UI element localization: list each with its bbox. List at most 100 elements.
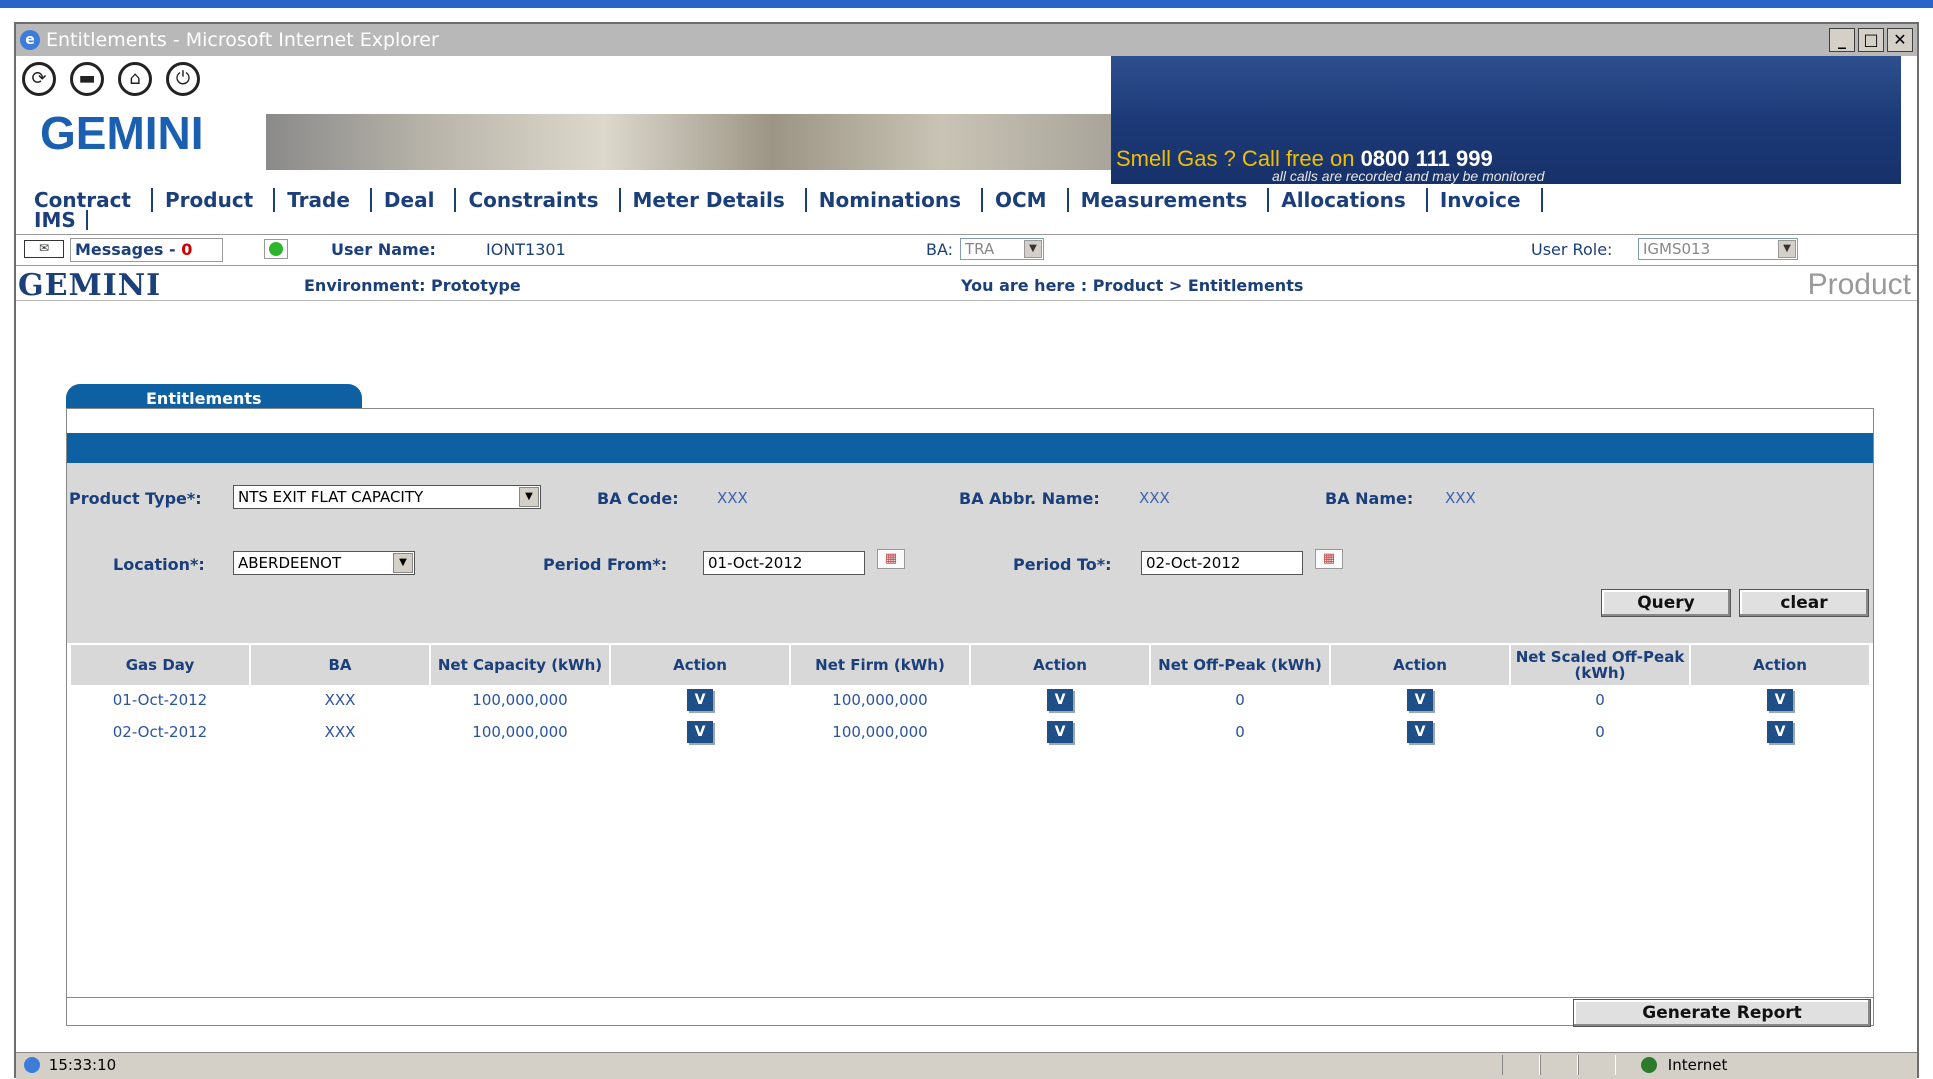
browser-window: e Entitlements - Microsoft Internet Expl…: [14, 22, 1919, 1079]
status-time: 15:33:10: [48, 1056, 117, 1074]
window-title: Entitlements - Microsoft Internet Explor…: [46, 29, 439, 51]
close-button[interactable]: ✕: [1887, 28, 1913, 52]
column-header-gas-day: Gas Day: [71, 645, 249, 685]
cell-net-capacity: 100,000,000: [472, 691, 568, 709]
period-to-label: Period To*:: [1013, 555, 1112, 574]
panel-footer-divider: [67, 997, 1873, 998]
ba-abbr-value: XXX: [1139, 489, 1170, 507]
panel-header-bar: [67, 433, 1873, 463]
cell-net-capacity: 100,000,000: [472, 723, 568, 741]
ie-icon: e: [20, 30, 40, 50]
search-form: Product Type*: NTS EXIT FLAT CAPACITY ▼ …: [67, 463, 1873, 643]
minimize-button[interactable]: _: [1829, 28, 1855, 52]
mail-icon[interactable]: ✉: [24, 240, 64, 258]
cell-ba: XXX: [324, 723, 356, 741]
chevron-down-icon: ▼: [393, 553, 413, 573]
breadcrumb: You are here : Product > Entitlements: [961, 276, 1304, 295]
menu-constraints[interactable]: Constraints: [456, 188, 621, 212]
status-segment: [1578, 1055, 1616, 1075]
column-header-action: Action: [611, 645, 789, 685]
cell-gas-day: 01-Oct-2012: [112, 691, 208, 709]
view-button[interactable]: V: [1407, 721, 1433, 743]
status-time-area: 15:33:10: [24, 1056, 116, 1074]
messages-count: 0: [181, 240, 193, 259]
cell-action: V: [1331, 685, 1509, 715]
period-from-label: Period From*:: [543, 555, 668, 574]
clear-button[interactable]: clear: [1739, 589, 1869, 617]
info-bar: ✉ Messages - 0 User Name: IONT1301 BA: T…: [16, 234, 1917, 266]
product-type-label: Product Type*:: [69, 489, 202, 508]
generate-report-button[interactable]: Generate Report: [1573, 999, 1871, 1027]
status-zone: Internet: [1641, 1056, 1727, 1074]
column-header-ba: BA: [251, 645, 429, 685]
menu-ocm[interactable]: OCM: [983, 188, 1069, 212]
username-value: IONT1301: [486, 240, 566, 259]
ba-abbr-label: BA Abbr. Name:: [959, 489, 1100, 508]
user-role-label: User Role:: [1531, 240, 1613, 259]
ba-label: BA:: [926, 240, 954, 259]
ba-name-value: XXX: [1445, 489, 1476, 507]
user-role-select[interactable]: IGMS013 ▼: [1638, 238, 1798, 260]
power-icon[interactable]: ⏻: [166, 62, 200, 96]
menu-meter-details[interactable]: Meter Details: [621, 188, 807, 212]
menu-invoice[interactable]: Invoice: [1428, 188, 1543, 212]
product-type-select[interactable]: NTS EXIT FLAT CAPACITY ▼: [233, 485, 541, 509]
view-button[interactable]: V: [1407, 689, 1433, 711]
user-role-value: IGMS013: [1643, 240, 1711, 258]
view-button[interactable]: V: [1767, 721, 1793, 743]
cell-action: V: [971, 685, 1149, 715]
ba-code-value: XXX: [717, 489, 748, 507]
query-button[interactable]: Query: [1601, 589, 1731, 617]
cell-action: V: [971, 717, 1149, 747]
cell-action: V: [1691, 685, 1869, 715]
home-icon[interactable]: ⌂: [118, 62, 152, 96]
location-value: ABERDEENOT: [238, 554, 342, 572]
ba-code-label: BA Code:: [597, 489, 679, 508]
print-icon[interactable]: ▬: [70, 62, 104, 96]
cell-action: V: [1691, 717, 1869, 747]
main-menu: Contract Product Trade Deal Constraints …: [16, 182, 1917, 230]
menu-deal[interactable]: Deal: [372, 188, 457, 212]
gemini-small-logo: GEMINI: [18, 268, 162, 303]
calendar-icon[interactable]: ▦: [877, 549, 905, 569]
status-zone-label: Internet: [1667, 1056, 1728, 1074]
title-bar: e Entitlements - Microsoft Internet Expl…: [16, 24, 1917, 56]
messages-label: Messages -: [75, 240, 176, 259]
status-segment: [1502, 1055, 1540, 1075]
menu-nominations[interactable]: Nominations: [807, 188, 983, 212]
maximize-button[interactable]: □: [1858, 28, 1884, 52]
view-button[interactable]: V: [1767, 689, 1793, 711]
calendar-icon[interactable]: ▦: [1315, 549, 1343, 569]
menu-ims[interactable]: IMS: [34, 210, 88, 230]
column-header-net-scaled-off-peak: Net Scaled Off-Peak (kWh): [1511, 645, 1689, 685]
menu-allocations[interactable]: Allocations: [1269, 188, 1428, 212]
ba-select[interactable]: TRA ▼: [960, 238, 1044, 260]
cell-net-scaled-off-peak: 0: [1595, 723, 1605, 741]
view-button[interactable]: V: [1047, 689, 1073, 711]
refresh-icon[interactable]: ⟳: [22, 62, 56, 96]
menu-product[interactable]: Product: [153, 188, 276, 212]
location-label: Location*:: [113, 555, 205, 574]
period-to-input[interactable]: 02-Oct-2012: [1141, 551, 1303, 575]
ba-select-value: TRA: [965, 240, 995, 258]
cell-net-firm: 100,000,000: [832, 691, 928, 709]
column-header-net-capacity: Net Capacity (kWh): [431, 645, 609, 685]
table-row: 01-Oct-2012 XXX 100,000,000 V 100,000,00…: [67, 685, 1873, 715]
menu-measurements[interactable]: Measurements: [1069, 188, 1270, 212]
view-button[interactable]: V: [687, 721, 713, 743]
environment-label: Environment: Prototype: [304, 276, 521, 295]
view-button[interactable]: V: [687, 689, 713, 711]
view-button[interactable]: V: [1047, 721, 1073, 743]
location-select[interactable]: ABERDEENOT ▼: [233, 551, 415, 575]
menu-trade[interactable]: Trade: [275, 188, 372, 212]
column-header-net-firm: Net Firm (kWh): [791, 645, 969, 685]
column-header-action: Action: [971, 645, 1149, 685]
ba-name-label: BA Name:: [1325, 489, 1414, 508]
period-from-input[interactable]: 01-Oct-2012: [703, 551, 865, 575]
gemini-logo: GEMINI: [40, 107, 204, 159]
table-header: Gas Day BA Net Capacity (kWh) Action Net…: [67, 645, 1873, 685]
messages-button[interactable]: Messages - 0: [70, 238, 224, 262]
top-accent-line: [0, 0, 1933, 8]
entitlements-panel: Product Type*: NTS EXIT FLAT CAPACITY ▼ …: [66, 408, 1874, 1027]
header-banner: [266, 56, 1901, 184]
